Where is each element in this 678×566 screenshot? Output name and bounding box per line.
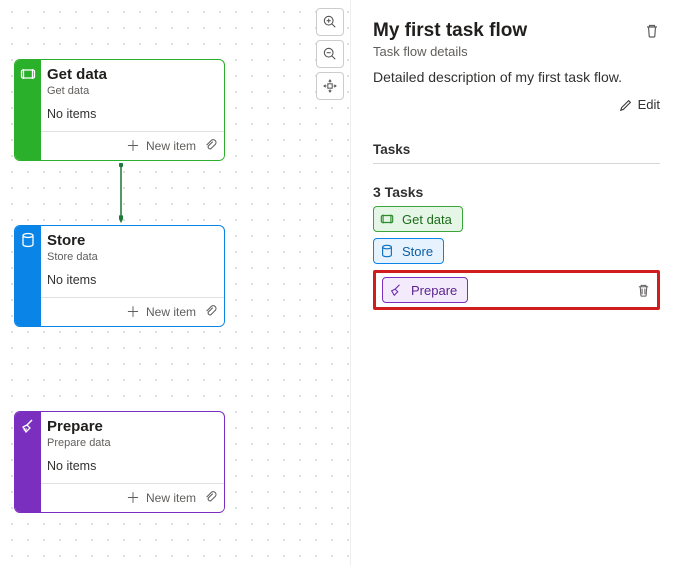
flow-node-get-data[interactable]: Get data Get data No items ＋ New item xyxy=(14,59,225,161)
attach-icon[interactable] xyxy=(204,139,218,153)
trash-icon xyxy=(644,23,660,39)
node-strip xyxy=(15,226,41,326)
task-row-selected: Prepare xyxy=(373,270,660,310)
zoom-in-button[interactable] xyxy=(316,8,344,36)
flow-connector xyxy=(119,163,123,225)
task-pill-label: Prepare xyxy=(411,283,457,298)
flow-node-prepare[interactable]: Prepare Prepare data No items ＋ New item xyxy=(14,411,225,513)
plus-icon: ＋ xyxy=(126,136,140,156)
scroll-icon xyxy=(380,212,394,226)
node-title: Get data xyxy=(41,60,224,85)
node-strip xyxy=(15,60,41,160)
node-strip xyxy=(15,412,41,512)
pencil-icon xyxy=(619,98,633,112)
attach-icon[interactable] xyxy=(204,305,218,319)
zoom-controls xyxy=(316,8,344,100)
task-pill-prepare[interactable]: Prepare xyxy=(382,277,468,303)
node-noitems: No items xyxy=(41,267,224,297)
details-panel: My first task flow Task flow details Det… xyxy=(350,0,678,566)
task-pill-label: Store xyxy=(402,244,433,259)
flow-canvas[interactable]: Get data Get data No items ＋ New item St… xyxy=(0,0,350,566)
details-title: My first task flow xyxy=(373,20,527,42)
new-item-button[interactable]: New item xyxy=(146,139,196,153)
attach-icon[interactable] xyxy=(204,491,218,505)
delete-task-button[interactable] xyxy=(636,283,651,298)
database-icon xyxy=(20,232,36,248)
fit-view-button[interactable] xyxy=(316,72,344,100)
node-title: Store xyxy=(41,226,224,251)
node-title: Prepare xyxy=(41,412,224,437)
edit-button[interactable]: Edit xyxy=(638,97,660,112)
trash-icon xyxy=(636,283,651,298)
node-noitems: No items xyxy=(41,101,224,131)
node-noitems: No items xyxy=(41,453,224,483)
database-icon xyxy=(380,244,394,258)
zoom-out-button[interactable] xyxy=(316,40,344,68)
details-description: Detailed description of my first task fl… xyxy=(373,69,660,85)
delete-flow-button[interactable] xyxy=(644,23,660,39)
zoom-in-icon xyxy=(323,15,337,29)
node-subtitle: Prepare data xyxy=(41,437,224,453)
scroll-icon xyxy=(20,66,36,82)
flow-node-store[interactable]: Store Store data No items ＋ New item xyxy=(14,225,225,327)
task-pill-store[interactable]: Store xyxy=(373,238,444,264)
fit-view-icon xyxy=(323,79,337,93)
plus-icon: ＋ xyxy=(126,488,140,508)
broom-icon xyxy=(20,418,36,434)
tasks-heading: Tasks xyxy=(373,142,660,164)
broom-icon xyxy=(389,283,403,297)
new-item-button[interactable]: New item xyxy=(146,305,196,319)
plus-icon: ＋ xyxy=(126,302,140,322)
zoom-out-icon xyxy=(323,47,337,61)
task-pill-get-data[interactable]: Get data xyxy=(373,206,463,232)
task-pill-label: Get data xyxy=(402,212,452,227)
new-item-button[interactable]: New item xyxy=(146,491,196,505)
node-subtitle: Store data xyxy=(41,251,224,267)
task-count: 3 Tasks xyxy=(373,184,660,200)
details-subtitle: Task flow details xyxy=(373,44,660,59)
node-subtitle: Get data xyxy=(41,85,224,101)
